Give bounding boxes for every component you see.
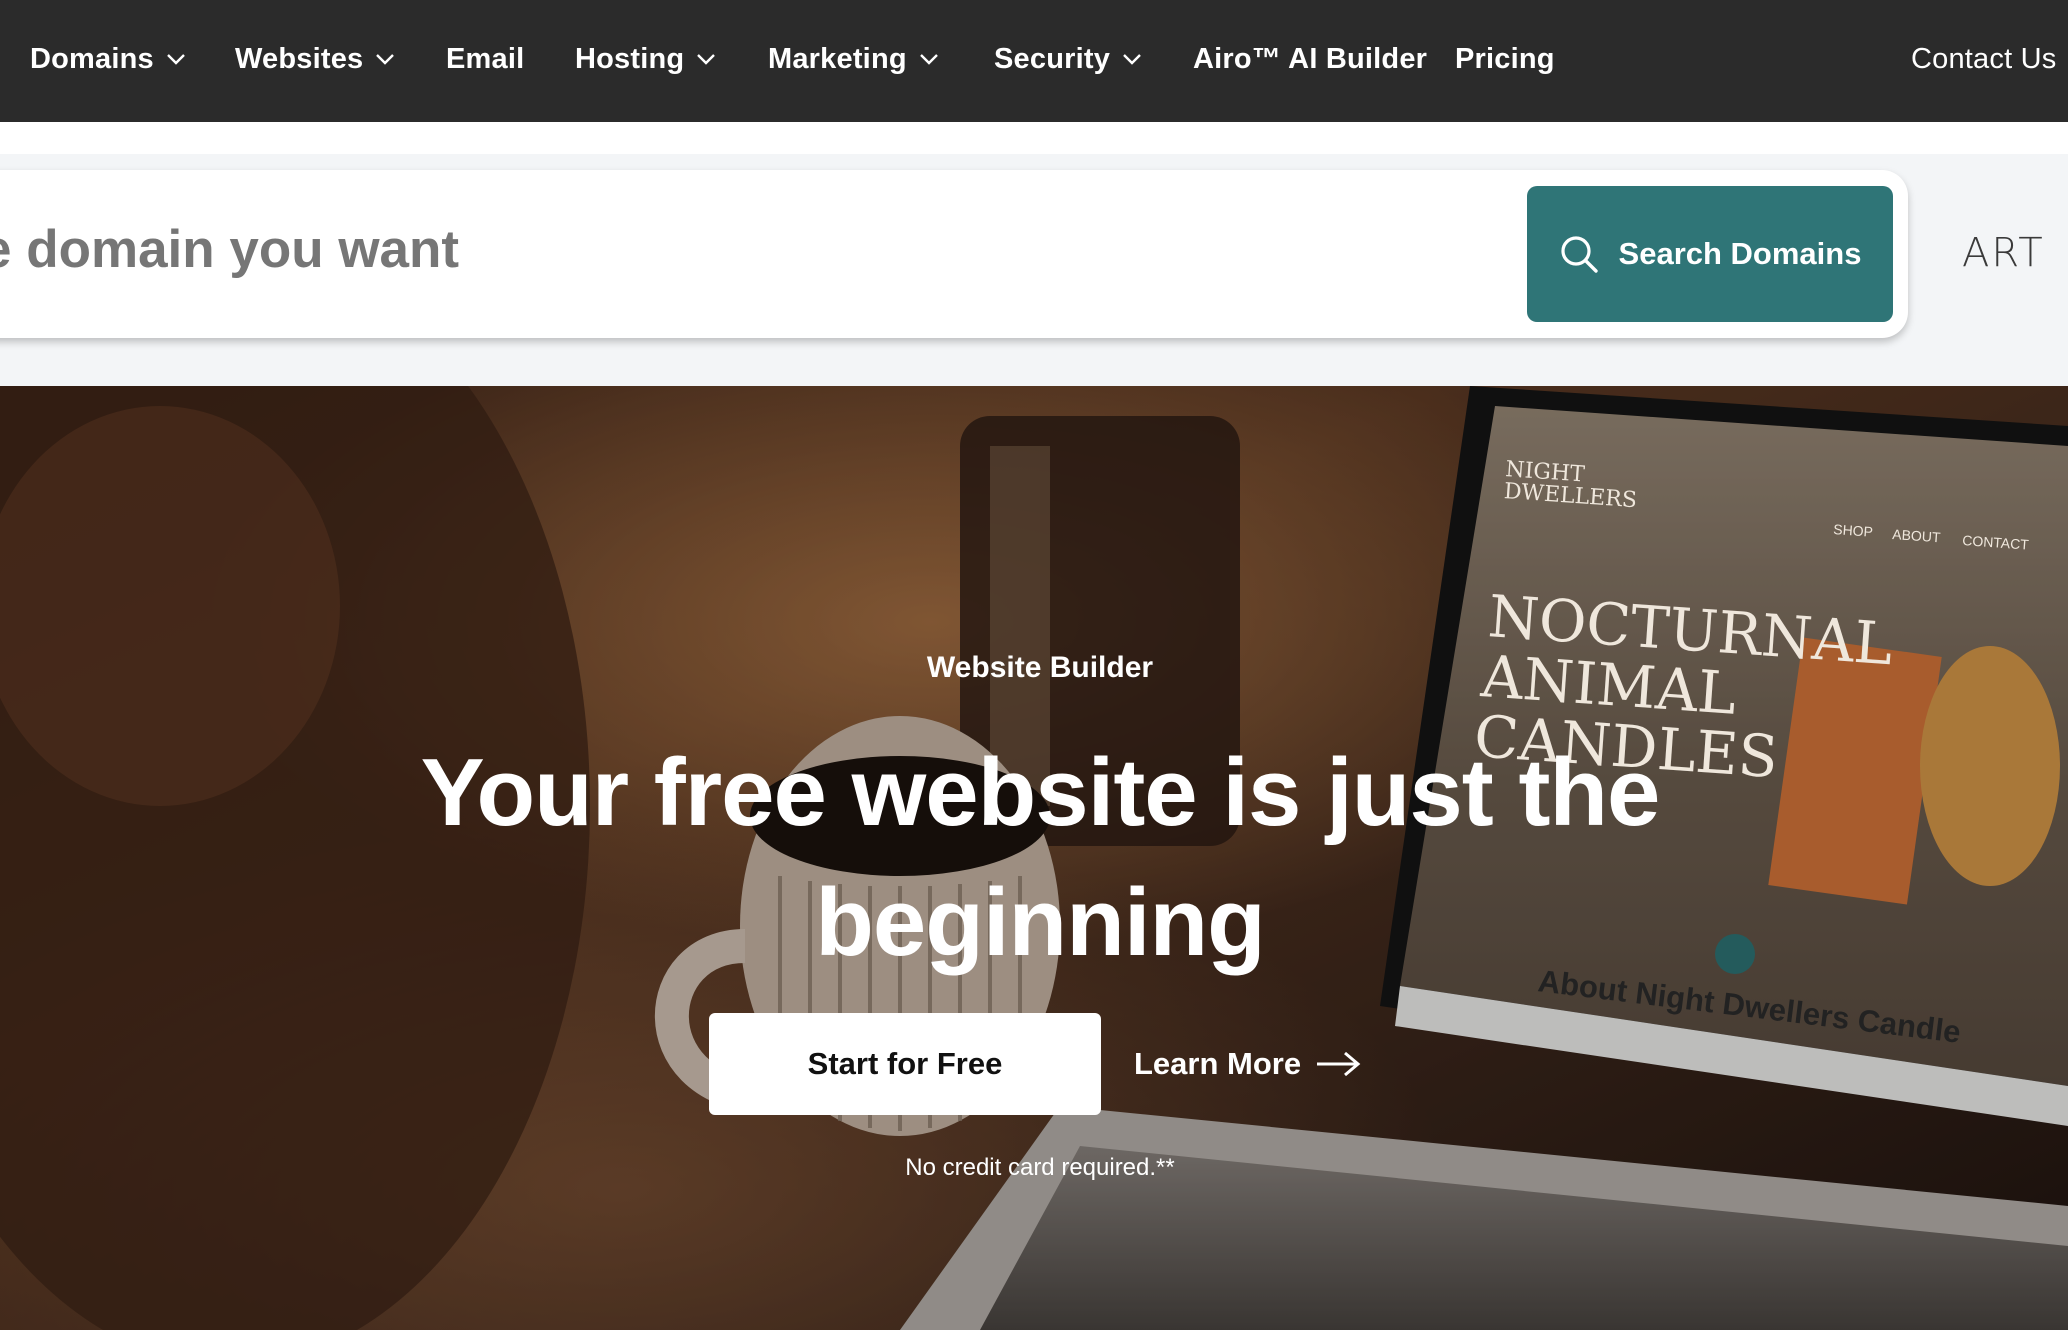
nav-item-websites[interactable]: Websites [235, 0, 395, 118]
no-credit-card-note: No credit card required.** [905, 1154, 1175, 1181]
chevron-down-icon [696, 53, 716, 65]
contact-us-link[interactable]: Contact Us [1911, 0, 2056, 118]
partner-logo: ART [1962, 230, 2045, 276]
nav-item-pricing[interactable]: Pricing [1455, 0, 1555, 118]
nav-item-security[interactable]: Security [994, 0, 1142, 118]
search-icon [1559, 234, 1599, 274]
top-navigation: Domains Websites Email Hosting Marketing… [0, 0, 2068, 122]
hero-title: Your free website is just the beginning [420, 739, 1661, 976]
nav-item-label: Email [446, 42, 525, 75]
nav-item-label: Pricing [1455, 42, 1555, 75]
search-domains-button[interactable]: Search Domains [1527, 186, 1893, 322]
nav-item-hosting[interactable]: Hosting [575, 0, 716, 118]
learn-more-link[interactable]: Learn More [1134, 1013, 1361, 1115]
nav-item-label: Websites [235, 42, 364, 75]
laptop-menu-about: ABOUT [1892, 526, 1942, 545]
nav-item-label: Marketing [768, 42, 907, 75]
chevron-down-icon [375, 53, 395, 65]
nav-item-label: Hosting [575, 42, 685, 75]
learn-more-label: Learn More [1134, 1046, 1302, 1081]
nav-item-domains[interactable]: Domains [30, 0, 186, 118]
nav-item-label: Security [994, 42, 1111, 75]
search-button-label: Search Domains [1618, 236, 1862, 271]
nav-item-label: Domains [30, 42, 154, 75]
chevron-down-icon [1122, 53, 1142, 65]
hero-eyebrow: Website Builder [926, 651, 1154, 684]
nav-item-label: Airo™ AI Builder [1193, 42, 1428, 75]
start-for-free-button[interactable]: Start for Free [709, 1013, 1101, 1115]
hero-section: NIGHTDWELLERS SHOP ABOUT CONTACT NOCTURN… [0, 386, 2068, 1330]
nav-item-email[interactable]: Email [446, 0, 524, 118]
laptop-menu-shop: SHOP [1833, 521, 1874, 540]
arrow-right-icon [1315, 1051, 1361, 1077]
nav-item-airo-ai-builder[interactable]: Airo™ AI Builder [1193, 0, 1427, 118]
search-placeholder: e domain you want [0, 220, 460, 279]
nav-item-marketing[interactable]: Marketing [768, 0, 939, 118]
chevron-down-icon [166, 53, 186, 65]
chevron-down-icon [919, 53, 939, 65]
